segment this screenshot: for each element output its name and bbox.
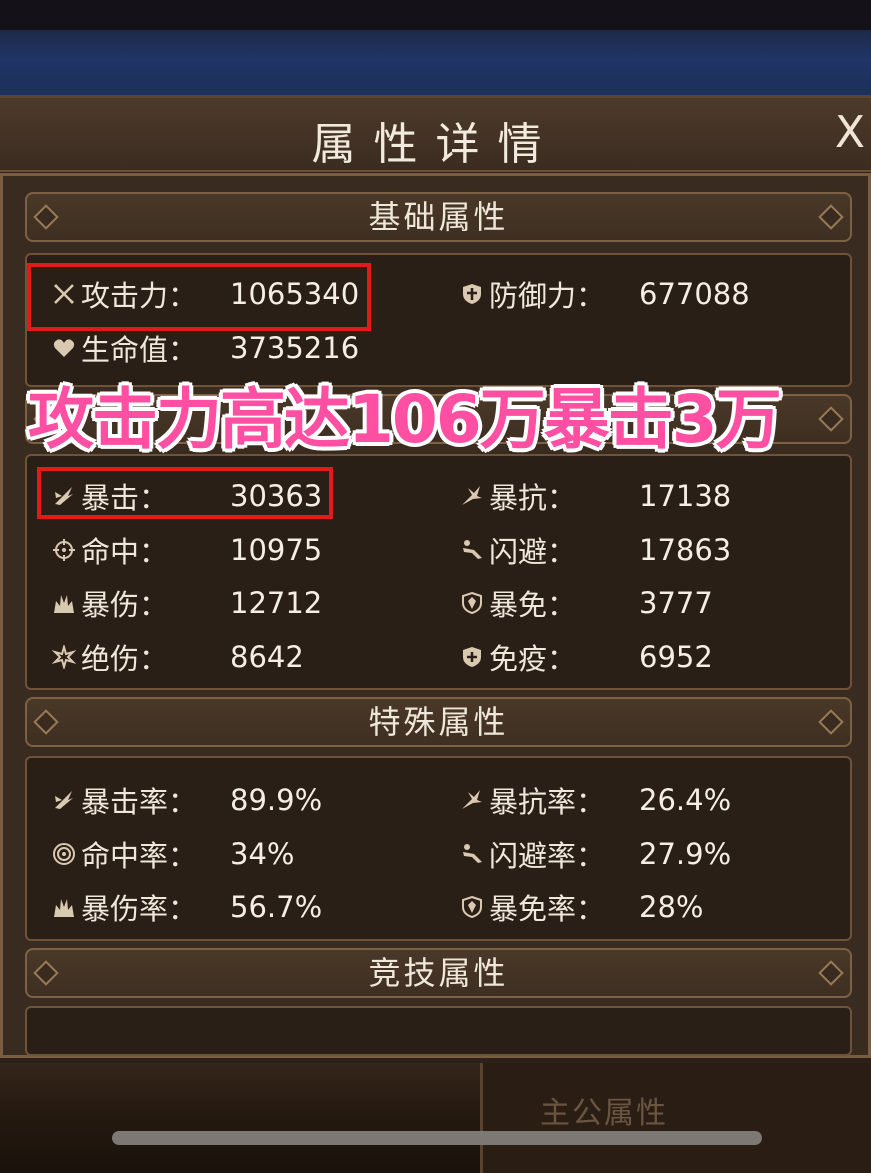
section-header-special: 特殊属性 xyxy=(25,697,852,747)
stat-label: 暴免率： xyxy=(489,892,606,926)
stat-defense: 防御力： xyxy=(459,274,605,314)
section-title-special: 特殊属性 xyxy=(368,703,509,741)
stat-true-damage: 绝伤： xyxy=(51,637,168,677)
stat-value-crit-damage: 12712 xyxy=(230,586,323,620)
stat-value-crit-rate: 89.9% xyxy=(230,783,323,817)
stat-label: 命中率： xyxy=(81,839,198,873)
section-header-basic: 基础属性 xyxy=(25,192,852,242)
flame-burst-icon xyxy=(51,894,77,920)
panel-title: 属性详情 xyxy=(311,119,560,170)
stat-label: 免疫： xyxy=(489,642,577,676)
stat-crit-rate: 暴击率： xyxy=(51,780,197,820)
stat-label: 命中： xyxy=(81,535,169,569)
background-faded-text: 主公属性 xyxy=(540,1096,668,1131)
shield-emblem-icon xyxy=(459,590,485,616)
stat-value-hit: 10975 xyxy=(230,533,323,567)
close-button[interactable]: X xyxy=(835,108,865,158)
stat-crit-immune-rate: 暴免率： xyxy=(459,887,605,927)
shield-plus-icon xyxy=(459,644,485,670)
overlay-caption: 攻击力高达106万暴击3万 xyxy=(28,381,782,458)
crosshair-icon xyxy=(51,537,77,563)
target-icon xyxy=(51,841,77,867)
shield-cross-icon xyxy=(459,281,485,307)
stat-label: 暴击率： xyxy=(81,785,198,819)
highlight-box-attack xyxy=(27,263,371,331)
stat-value-true-damage: 8642 xyxy=(230,640,304,674)
crit-resist-icon xyxy=(459,787,485,813)
flame-burst-icon xyxy=(51,590,77,616)
stat-value-crit-immune-rate: 28% xyxy=(639,890,704,924)
stat-label: 暴免： xyxy=(489,588,577,622)
stat-label: 暴抗率： xyxy=(489,785,606,819)
stat-crit-immune: 暴免： xyxy=(459,583,576,623)
stat-value-dodge-rate: 27.9% xyxy=(639,837,732,871)
stat-value-hit-rate: 34% xyxy=(230,837,295,871)
stat-value-crit-damage-rate: 56.7% xyxy=(230,890,323,924)
stat-crit-resist: 暴抗： xyxy=(459,476,576,516)
shield-emblem-icon xyxy=(459,894,485,920)
stat-hit: 命中： xyxy=(51,530,168,570)
section-title-basic: 基础属性 xyxy=(368,198,509,236)
section-header-arena: 竞技属性 xyxy=(25,948,852,998)
stat-crit-resist-rate: 暴抗率： xyxy=(459,780,605,820)
stat-label: 暴伤率： xyxy=(81,892,198,926)
stat-label: 防御力： xyxy=(489,279,606,313)
stat-dodge: 闪避： xyxy=(459,530,576,570)
crit-resist-icon xyxy=(459,483,485,509)
stat-value-dodge: 17863 xyxy=(639,533,732,567)
stat-label: 暴抗： xyxy=(489,481,577,515)
crit-claw-icon xyxy=(51,787,77,813)
home-indicator-bar[interactable] xyxy=(112,1131,762,1145)
stat-value-crit-resist-rate: 26.4% xyxy=(639,783,732,817)
attribute-details-panel: 属性详情 X 基础属性 攻击力： 1065340 防御力： 677088 生命值… xyxy=(0,95,871,1063)
stat-dodge-rate: 闪避率： xyxy=(459,834,605,874)
game-background-top xyxy=(0,0,871,95)
section-body-special: 暴击率： 89.9% 暴抗率： 26.4% 命中率： 34% 闪避率： 27.9… xyxy=(25,756,852,941)
dodge-icon xyxy=(459,537,485,563)
stat-value-defense: 677088 xyxy=(639,277,750,311)
stat-value-crit-immune: 3777 xyxy=(639,586,713,620)
stat-value-crit-resist: 17138 xyxy=(639,479,732,513)
highlight-box-crit xyxy=(37,467,333,519)
section-body-arena xyxy=(25,1006,852,1056)
heart-icon xyxy=(51,335,77,361)
section-title-arena: 竞技属性 xyxy=(368,954,509,992)
stat-hp: 生命值： xyxy=(51,328,197,368)
stat-value-immunity: 6952 xyxy=(639,640,713,674)
stat-crit-damage-rate: 暴伤率： xyxy=(51,887,197,927)
stat-label: 绝伤： xyxy=(81,642,169,676)
stat-value-hp: 3735216 xyxy=(230,331,360,365)
stat-hit-rate: 命中率： xyxy=(51,834,197,874)
stat-crit-damage: 暴伤： xyxy=(51,583,168,623)
stat-immunity: 免疫： xyxy=(459,637,576,677)
stat-label: 闪避率： xyxy=(489,839,606,873)
stat-label: 暴伤： xyxy=(81,588,169,622)
background-panel-frame xyxy=(480,1060,871,1173)
panel-header: 属性详情 X xyxy=(0,98,871,172)
dodge-icon xyxy=(459,841,485,867)
star-icon xyxy=(51,644,77,670)
stat-label: 闪避： xyxy=(489,535,577,569)
stat-label: 生命值： xyxy=(81,333,198,367)
